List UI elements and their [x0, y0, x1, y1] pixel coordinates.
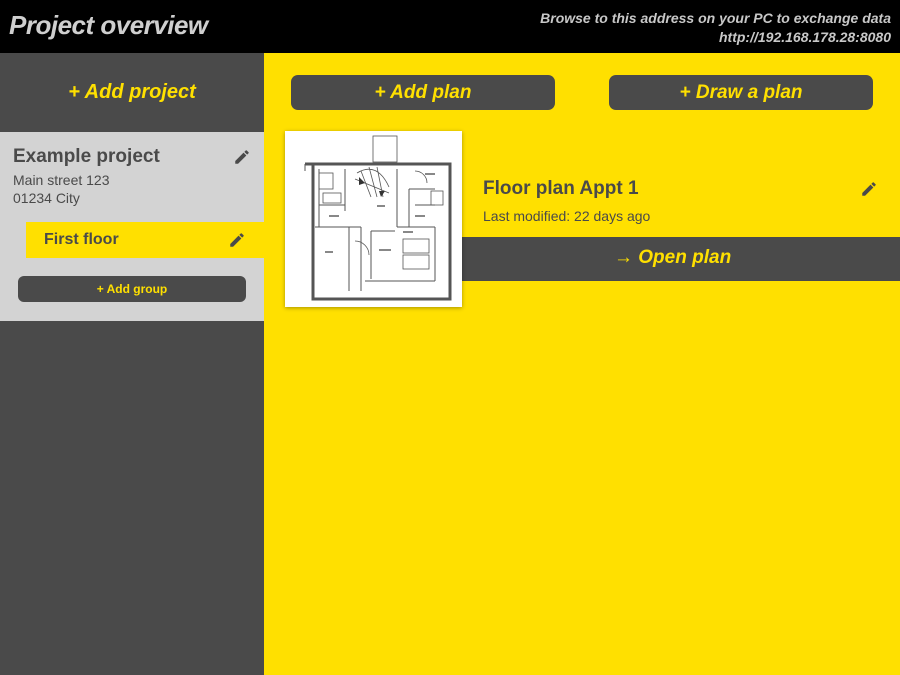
- address-hint: Browse to this address on your PC to exc…: [540, 10, 891, 26]
- pencil-icon[interactable]: [228, 231, 246, 249]
- project-street: Main street 123: [13, 172, 110, 188]
- group-item-first-floor[interactable]: First floor: [26, 222, 264, 258]
- project-city: 01234 City: [13, 190, 80, 206]
- address-url: http://192.168.178.28:8080: [719, 29, 891, 45]
- plan-last-modified: Last modified: 22 days ago: [483, 208, 651, 224]
- floor-plan-image: [304, 135, 452, 301]
- open-plan-label: → Open plan: [614, 247, 732, 268]
- pencil-icon[interactable]: [233, 148, 251, 166]
- project-card[interactable]: Example project Main street 123 01234 Ci…: [0, 132, 264, 321]
- open-plan-button[interactable]: → Open plan: [440, 237, 900, 281]
- add-project-button[interactable]: + Add project: [0, 53, 264, 132]
- floor-plan-thumbnail[interactable]: [285, 131, 462, 307]
- plan-name: Floor plan Appt 1: [483, 178, 639, 199]
- page-title: Project overview: [9, 10, 208, 40]
- sidebar: + Add project Example project Main stree…: [0, 53, 264, 675]
- add-group-button[interactable]: + Add group: [18, 276, 246, 302]
- address-info: Browse to this address on your PC to exc…: [540, 9, 891, 47]
- top-bar: Project overview Browse to this address …: [0, 0, 900, 53]
- pencil-icon[interactable]: [860, 180, 878, 198]
- project-name: Example project: [13, 146, 160, 167]
- group-label: First floor: [44, 231, 119, 248]
- draw-plan-button[interactable]: + Draw a plan: [609, 75, 873, 110]
- add-plan-button[interactable]: + Add plan: [291, 75, 555, 110]
